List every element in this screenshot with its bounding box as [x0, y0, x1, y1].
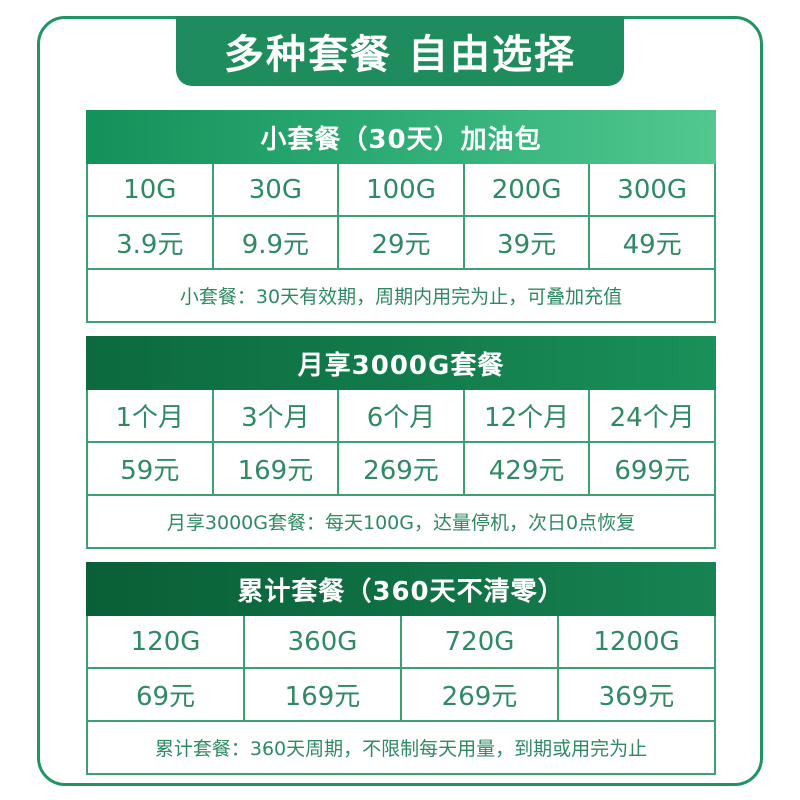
plan-duration-cell[interactable]: 3个月	[214, 390, 340, 441]
plan-table: 120G 360G 720G 1200G 69元 169元 269元 369元 …	[86, 616, 716, 775]
price-row: 69元 169元 269元 369元	[88, 669, 714, 722]
plan-price-cell[interactable]: 9.9元	[214, 217, 340, 268]
plan-price-cell[interactable]: 269元	[402, 669, 559, 720]
section-title: 月享3000G套餐	[86, 336, 716, 390]
plan-size-cell[interactable]: 10G	[88, 164, 214, 215]
plan-size-cell[interactable]: 200G	[465, 164, 591, 215]
plan-size-cell[interactable]: 360G	[245, 616, 402, 667]
plan-table: 1个月 3个月 6个月 12个月 24个月 59元 169元 269元 429元…	[86, 390, 716, 549]
section-title: 小套餐（30天）加油包	[86, 110, 716, 164]
plan-size-cell[interactable]: 100G	[339, 164, 465, 215]
section-title: 累计套餐（360天不清零）	[86, 562, 716, 616]
plan-section-small: 小套餐（30天）加油包 10G 30G 100G 200G 300G 3.9元 …	[86, 110, 716, 323]
size-row: 120G 360G 720G 1200G	[88, 616, 714, 669]
price-row: 3.9元 9.9元 29元 39元 49元	[88, 217, 714, 270]
plan-size-cell[interactable]: 300G	[590, 164, 714, 215]
plan-size-cell[interactable]: 1200G	[559, 616, 714, 667]
plan-price-cell[interactable]: 269元	[339, 443, 465, 494]
plan-price-cell[interactable]: 169元	[245, 669, 402, 720]
plan-duration-cell[interactable]: 1个月	[88, 390, 214, 441]
plan-duration-cell[interactable]: 6个月	[339, 390, 465, 441]
duration-row: 1个月 3个月 6个月 12个月 24个月	[88, 390, 714, 443]
plan-duration-cell[interactable]: 24个月	[590, 390, 714, 441]
page-title: 多种套餐 自由选择	[176, 16, 624, 86]
plan-section-cumulative: 累计套餐（360天不清零） 120G 360G 720G 1200G 69元 1…	[86, 562, 716, 775]
plan-note: 月享3000G套餐：每天100G，达量停机，次日0点恢复	[166, 512, 636, 534]
plan-price-cell[interactable]: 39元	[465, 217, 591, 268]
plan-note: 小套餐：30天有效期，周期内用完为止，可叠加充值	[179, 286, 623, 308]
plan-duration-cell[interactable]: 12个月	[465, 390, 591, 441]
plan-price-cell[interactable]: 169元	[214, 443, 340, 494]
plan-size-cell[interactable]: 120G	[88, 616, 245, 667]
plan-price-cell[interactable]: 429元	[465, 443, 591, 494]
plan-section-monthly: 月享3000G套餐 1个月 3个月 6个月 12个月 24个月 59元 169元…	[86, 336, 716, 549]
plan-price-cell[interactable]: 49元	[590, 217, 714, 268]
plan-size-cell[interactable]: 720G	[402, 616, 559, 667]
size-row: 10G 30G 100G 200G 300G	[88, 164, 714, 217]
plan-price-cell[interactable]: 29元	[339, 217, 465, 268]
plan-price-cell[interactable]: 59元	[88, 443, 214, 494]
plan-price-cell[interactable]: 3.9元	[88, 217, 214, 268]
plan-note: 累计套餐：360天周期，不限制每天用量，到期或用完为止	[154, 738, 648, 760]
price-row: 59元 169元 269元 429元 699元	[88, 443, 714, 496]
plan-price-cell[interactable]: 69元	[88, 669, 245, 720]
plan-table: 10G 30G 100G 200G 300G 3.9元 9.9元 29元 39元…	[86, 164, 716, 323]
plan-price-cell[interactable]: 699元	[590, 443, 714, 494]
plan-price-cell[interactable]: 369元	[559, 669, 714, 720]
plan-size-cell[interactable]: 30G	[214, 164, 340, 215]
